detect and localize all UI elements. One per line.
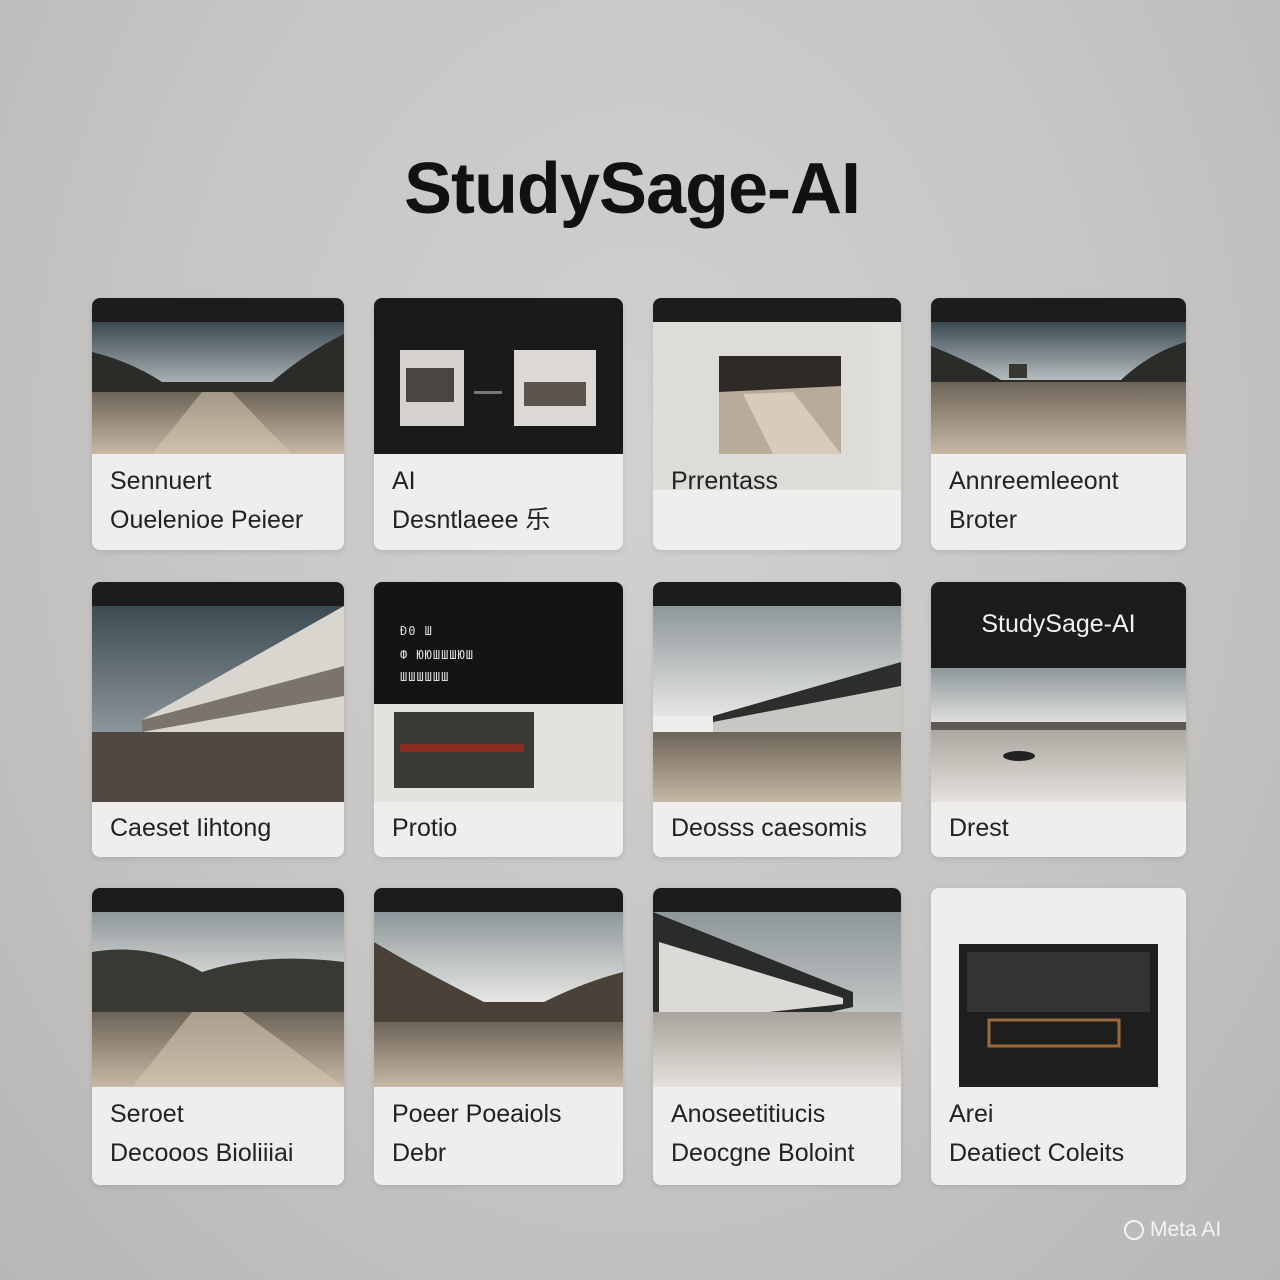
caption-line-2: Prrentass <box>671 467 778 495</box>
caption-line-2: Desntlaeee 乐 <box>392 506 551 534</box>
caption-line-2: Deatiect Coleits <box>949 1139 1125 1167</box>
building-perspective-image <box>92 606 344 802</box>
caption-line-2: Decooos Bioliiiai <box>110 1139 294 1167</box>
gallery-card-9[interactable]: Seroet Decooos Bioliiiai <box>92 888 344 1185</box>
gallery-card-7[interactable]: Deosss caesomis <box>653 582 901 857</box>
caption-line-1: Sennuert <box>110 467 212 495</box>
gallery-card-4[interactable]: Annreemleeont Broter <box>931 298 1186 550</box>
card-header-bar <box>92 888 344 912</box>
caption-line-1: AI <box>392 467 416 495</box>
colonnade-image <box>653 912 901 1087</box>
road-landscape-image <box>931 322 1186 454</box>
card-header-bar <box>374 888 623 912</box>
caption-line-1: Arei <box>949 1100 994 1128</box>
dark-slide-image <box>374 582 623 802</box>
card-caption: Deosss caesomis <box>671 809 891 848</box>
card-caption: Anoseetitiucis Deocgne Boloint <box>671 1095 891 1173</box>
card-header-bar <box>653 888 901 912</box>
caption-line-1: Anoseetitiucis <box>671 1100 826 1128</box>
gallery-card-6[interactable]: Ð0 Ш Ф ЮЮШШШЮШ ШШШШШШ Protio <box>374 582 623 857</box>
card-header-bar <box>92 582 344 606</box>
hills-road-image <box>92 912 344 1087</box>
caption-line-2: Broter <box>949 506 1018 534</box>
caption-line-1: Deosss caesomis <box>671 814 867 842</box>
gallery-card-5[interactable]: Caeset Iihtong <box>92 582 344 857</box>
meta-ai-watermark: Meta AI <box>1124 1218 1221 1242</box>
gallery-card-2[interactable]: AI Desntlaeee 乐 <box>374 298 623 550</box>
split-comparison-image <box>374 298 623 454</box>
mini-text-line: ШШШШШШ <box>400 670 450 684</box>
gallery-card-3[interactable]: Prrentass <box>653 298 901 550</box>
card-caption: Drest <box>949 809 1176 848</box>
caption-line-1: Caeset Iihtong <box>110 814 272 842</box>
dark-panel-image <box>931 888 1186 1087</box>
card-caption: Seroet Decooos Bioliiiai <box>110 1095 334 1173</box>
mini-text-line: Ф ЮЮШШШЮШ <box>400 648 475 662</box>
road-fence-image <box>931 668 1186 802</box>
caption-line-1: Poeer Poeaiols <box>392 1100 562 1128</box>
card-caption: Protio <box>392 809 613 848</box>
gallery-card-11[interactable]: Anoseetitiucis Deocgne Boloint <box>653 888 901 1185</box>
card-caption: Caeset Iihtong <box>110 809 334 848</box>
mini-text-line: Ð0 Ш <box>400 624 433 638</box>
caption-line-2: Deocgne Boloint <box>671 1139 855 1167</box>
road-landscape-image <box>92 322 344 454</box>
card-header-bar <box>931 298 1186 322</box>
watermark-label: Meta AI <box>1150 1218 1222 1241</box>
gallery-card-1[interactable]: Sennuert Ouelenioe Peieer <box>92 298 344 550</box>
gallery-card-8[interactable]: StudySage-AI Drest <box>931 582 1186 857</box>
caption-line-1: Seroet <box>110 1100 184 1128</box>
card-caption: Annreemleeont Broter <box>949 462 1176 540</box>
card-caption: AI Desntlaeee 乐 <box>392 462 613 540</box>
card-overlay-title: StudySage-AI <box>981 610 1136 638</box>
card-header-bar <box>653 582 901 606</box>
gallery-card-10[interactable]: Poeer Poeaiols Debr <box>374 888 623 1185</box>
caption-line-1: Protio <box>392 814 458 842</box>
page-title: StudySage-AI <box>403 149 861 229</box>
caption-line-1: Annreemleeont <box>949 467 1119 495</box>
card-header-bar <box>653 298 901 322</box>
card-caption: Arei Deatiect Coleits <box>949 1095 1176 1173</box>
card-caption: Prrentass <box>671 462 891 501</box>
building-road-image <box>653 606 901 802</box>
card-caption: Poeer Poeaiols Debr <box>392 1095 613 1173</box>
caption-line-2: Ouelenioe Peieer <box>110 506 304 534</box>
forest-road-image <box>374 912 623 1087</box>
caption-line-2: Debr <box>392 1139 447 1167</box>
card-caption: Sennuert Ouelenioe Peieer <box>110 462 334 540</box>
card-header-bar <box>92 298 344 322</box>
gallery-card-12[interactable]: Arei Deatiect Coleits <box>931 888 1186 1185</box>
caption-line-1: Drest <box>949 814 1009 842</box>
meta-ai-ring-icon <box>1124 1220 1144 1240</box>
